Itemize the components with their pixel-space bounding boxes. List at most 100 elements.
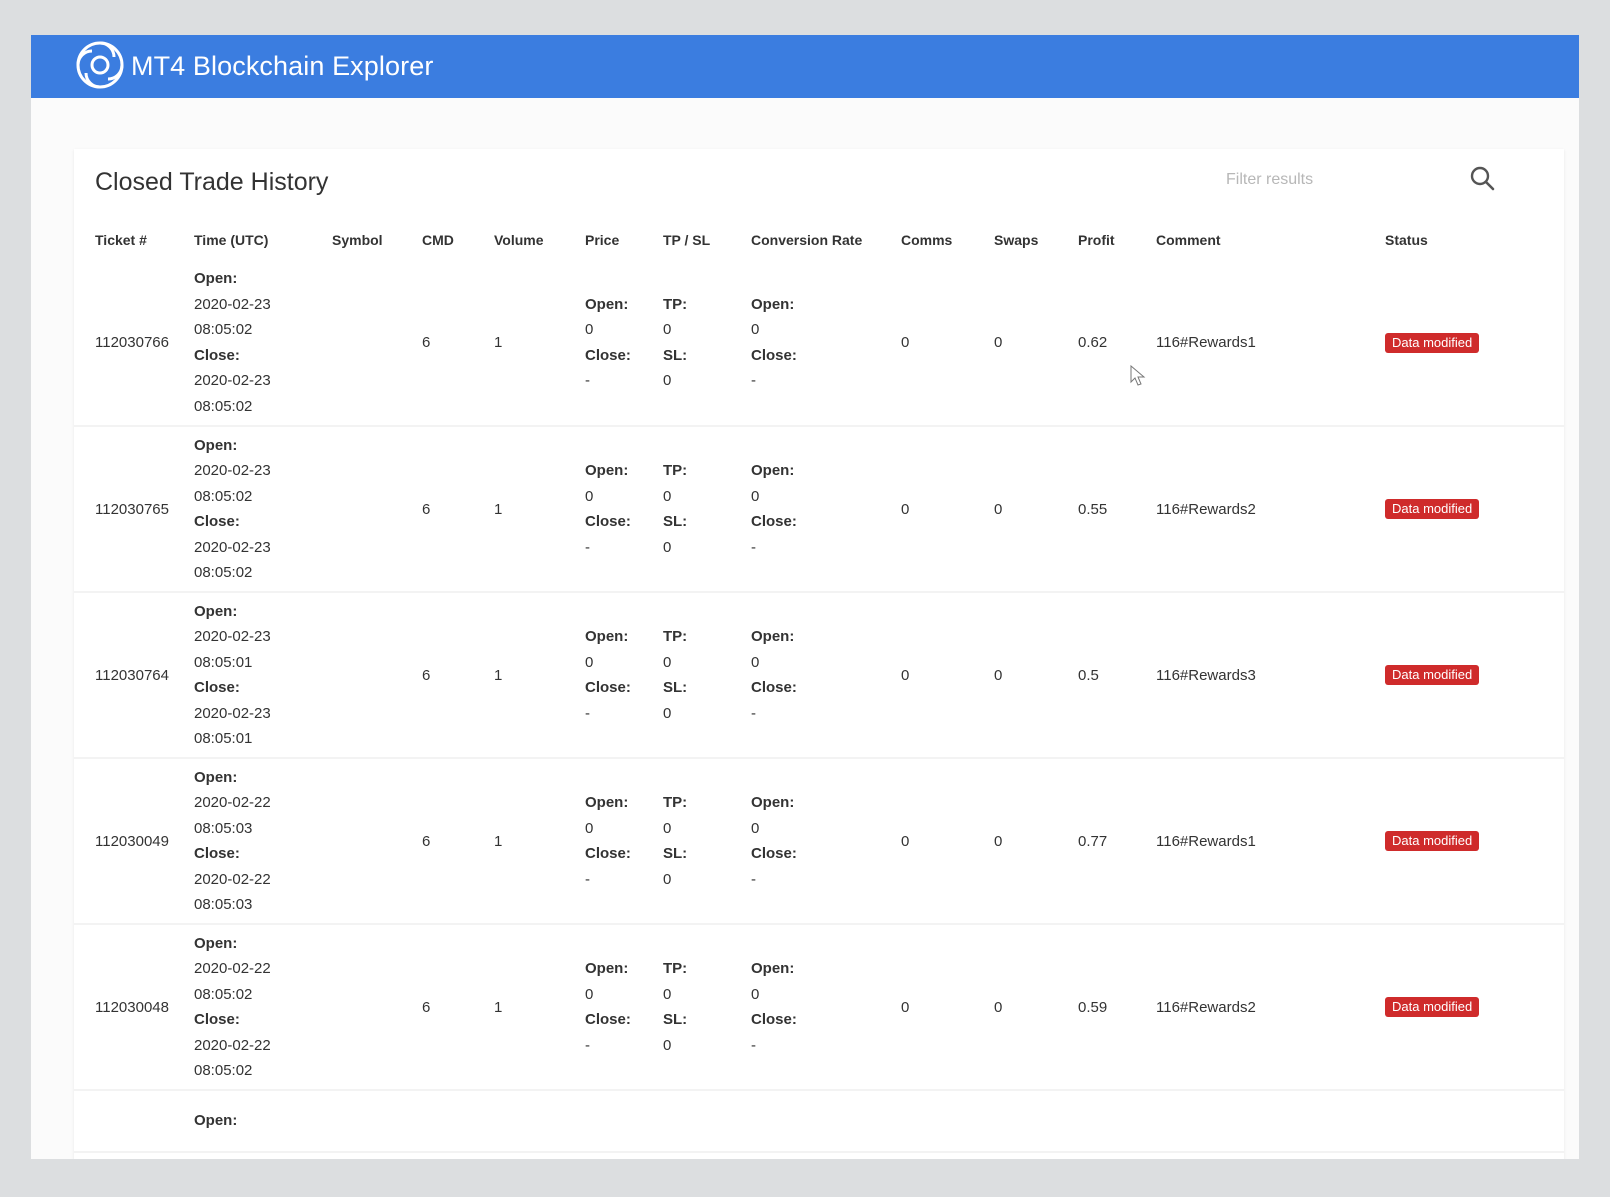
status-cell: Data modified	[1385, 924, 1564, 1091]
column-header[interactable]: Comment	[1156, 220, 1385, 260]
price-close-value: -	[585, 704, 590, 722]
column-header[interactable]: Time (UTC)	[194, 220, 332, 260]
price-close-label: Close:	[585, 679, 631, 696]
price-cell: Open: 0 Close: -	[585, 426, 663, 593]
open-date: 2020-02-23	[194, 628, 271, 645]
price-open-value: 0	[585, 819, 594, 837]
column-header[interactable]: Comms	[901, 220, 994, 260]
swaps-cell: 0	[994, 592, 1078, 759]
price-open-label: Open:	[585, 794, 629, 811]
price-cell: Open: 0 Close: -	[585, 924, 663, 1091]
column-header[interactable]: Price	[585, 220, 663, 260]
status-cell: Data modified	[1385, 758, 1564, 925]
mouse-cursor-icon	[1130, 365, 1146, 386]
browser-viewport: MT4 Blockchain Explorer Closed Trade His…	[31, 35, 1579, 1159]
sl-value: 0	[663, 870, 672, 888]
column-header[interactable]: Conversion Rate	[751, 220, 901, 260]
time-cell: Open: 2020-02-23 08:05:01 Close: 2020-02-23 0…	[194, 592, 332, 759]
table-row-partial[interactable]: Open:	[74, 1090, 1564, 1153]
sl-value: 0	[663, 1036, 672, 1054]
price-close-value: -	[585, 1036, 590, 1054]
open-label: Open:	[194, 768, 238, 786]
column-header[interactable]: TP / SL	[663, 220, 751, 260]
profit-cell: 0.77	[1078, 758, 1156, 925]
column-header[interactable]: Ticket #	[74, 220, 194, 260]
close-time: 08:05:02	[194, 397, 253, 415]
open-label: Open:	[194, 602, 238, 620]
comms-cell: 0	[901, 426, 994, 593]
tp-label: TP:	[663, 628, 688, 645]
column-header[interactable]: CMD	[422, 220, 494, 260]
time-cell: Open: 2020-02-23 08:05:02 Close: 2020-02-23 0…	[194, 426, 332, 593]
conv-open-value: 0	[751, 985, 760, 1003]
conv-close-label: Close:	[751, 845, 797, 862]
close-date: 2020-02-23	[194, 538, 271, 556]
volume-cell: 1	[494, 260, 585, 427]
tp-value: 0	[663, 321, 672, 338]
price-close-label: Close:	[585, 845, 631, 862]
swaps-cell: 0	[994, 426, 1078, 593]
tp-value: 0	[663, 487, 672, 505]
filter-results-input[interactable]	[1224, 163, 1458, 197]
table-row[interactable]: 112030764 Open: 2020-02-23 08:05:01 Close: 20…	[74, 592, 1564, 759]
sl-label: SL:	[663, 346, 688, 364]
tp-sl-cell: TP: 0 SL: 0	[663, 758, 751, 925]
conversion-rate-cell: Open: 0 Close: -	[751, 924, 901, 1091]
column-header[interactable]: Swaps	[994, 220, 1078, 260]
comment-cell: 116#Rewards1	[1156, 260, 1385, 427]
cmd-cell: 6	[422, 426, 494, 593]
column-header[interactable]: Symbol	[332, 220, 422, 260]
close-label: Close:	[194, 346, 240, 364]
comment-cell: 116#Rewards1	[1156, 758, 1385, 925]
sl-label: SL:	[663, 513, 688, 530]
profit-cell: 0.55	[1078, 426, 1156, 593]
open-time: 08:05:02	[194, 321, 253, 338]
table-row[interactable]: 112030766 Open: 2020-02-23 08:05:02 Close: 20…	[74, 260, 1564, 427]
conv-open-label: Open:	[751, 628, 795, 645]
conversion-rate-cell: Open: 0 Close: -	[751, 758, 901, 925]
profit-cell: 0.62	[1078, 260, 1156, 427]
search-button[interactable]	[1467, 163, 1499, 195]
open-date: 2020-02-23	[194, 462, 271, 479]
comms-cell: 0	[901, 260, 994, 427]
conv-open-label: Open:	[751, 295, 795, 313]
conv-close-label: Close:	[751, 679, 797, 696]
swaps-cell: 0	[994, 758, 1078, 925]
table-body: 112030766 Open: 2020-02-23 08:05:02 Close: 20…	[74, 260, 1564, 1153]
table-row[interactable]: 112030049 Open: 2020-02-22 08:05:03 Close: 20…	[74, 758, 1564, 925]
time-cell: Open: 2020-02-22 08:05:03 Close: 2020-02-22 0…	[194, 758, 332, 925]
ticket-cell: 112030048	[74, 924, 194, 1091]
volume-cell: 1	[494, 924, 585, 1091]
comms-cell: 0	[901, 592, 994, 759]
time-cell: Open: 2020-02-23 08:05:02 Close: 2020-02-23 0…	[194, 260, 332, 427]
status-badge: Data modified	[1385, 831, 1480, 851]
cmd-cell: 6	[422, 758, 494, 925]
symbol-cell	[332, 260, 422, 427]
price-close-label: Close:	[585, 513, 631, 530]
open-date: 2020-02-22	[194, 794, 271, 811]
conv-close-label: Close:	[751, 346, 797, 364]
swaps-cell: 0	[994, 260, 1078, 427]
price-close-value: -	[585, 870, 590, 888]
column-header[interactable]: Profit	[1078, 220, 1156, 260]
tp-sl-cell: TP: 0 SL: 0	[663, 592, 751, 759]
open-date: 2020-02-23	[194, 295, 271, 313]
open-time: 08:05:02	[194, 985, 253, 1003]
volume-cell: 1	[494, 426, 585, 593]
sl-value: 0	[663, 372, 672, 389]
conv-open-value: 0	[751, 653, 760, 671]
conv-open-label: Open:	[751, 960, 795, 977]
column-header[interactable]: Status	[1385, 220, 1564, 260]
price-close-value: -	[585, 538, 590, 556]
table-row[interactable]: 112030765 Open: 2020-02-23 08:05:02 Close: 20…	[74, 426, 1564, 593]
price-cell: Open: 0 Close: -	[585, 758, 663, 925]
close-date: 2020-02-22	[194, 1036, 271, 1054]
closed-trade-history-card: Closed Trade History Ticket # Time (UTC)…	[74, 149, 1564, 1159]
comms-cell: 0	[901, 758, 994, 925]
column-header[interactable]: Volume	[494, 220, 585, 260]
symbol-cell	[332, 426, 422, 593]
close-date: 2020-02-23	[194, 372, 271, 389]
price-open-value: 0	[585, 321, 594, 338]
table-row[interactable]: 112030048 Open: 2020-02-22 08:05:02 Close: 20…	[74, 924, 1564, 1091]
open-label: Open:	[194, 934, 238, 952]
